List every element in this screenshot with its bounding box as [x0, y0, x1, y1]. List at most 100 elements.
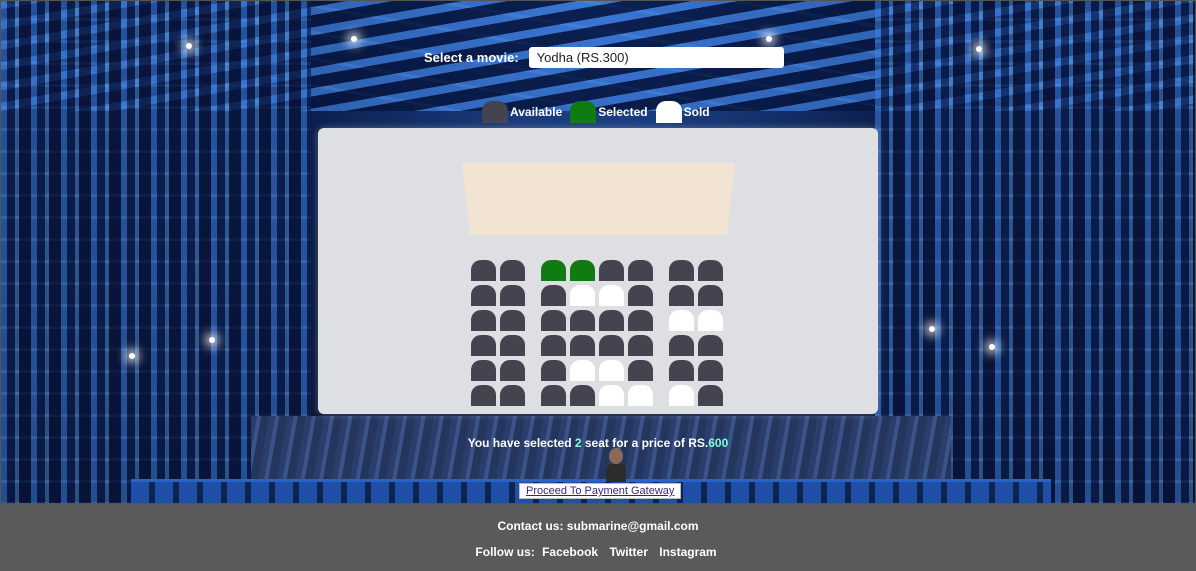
- seat-available[interactable]: [541, 360, 566, 381]
- seat-available[interactable]: [500, 310, 525, 331]
- movie-label: Select a movie:: [424, 50, 519, 65]
- total-price: 600: [708, 436, 729, 450]
- wall-light: [129, 353, 135, 359]
- wall-light: [929, 326, 935, 332]
- seat-available[interactable]: [471, 310, 496, 331]
- legend-sold: Sold: [655, 101, 710, 123]
- seat-available[interactable]: [541, 310, 566, 331]
- seat-available[interactable]: [698, 360, 723, 381]
- seat-available[interactable]: [628, 360, 653, 381]
- seat-available[interactable]: [698, 335, 723, 356]
- aisle-gap: [529, 335, 541, 360]
- ceiling-light: [186, 43, 192, 49]
- seat-sold: [669, 310, 694, 331]
- seat-available[interactable]: [570, 385, 595, 406]
- legend-label: Available: [510, 105, 563, 119]
- ceiling-light: [351, 36, 357, 42]
- seat-available[interactable]: [669, 285, 694, 306]
- aisle-gap: [657, 385, 669, 410]
- legend-available: Available: [482, 101, 562, 123]
- instagram-link[interactable]: Instagram: [659, 545, 716, 559]
- seat-sold: [570, 285, 595, 306]
- seat-available[interactable]: [541, 385, 566, 406]
- seat-available[interactable]: [599, 310, 624, 331]
- seat-available[interactable]: [500, 285, 525, 306]
- wall-light: [989, 344, 995, 350]
- seat-sold: [669, 385, 694, 406]
- seat-available[interactable]: [698, 385, 723, 406]
- footer: Contact us: submarine@gmail.com Follow u…: [0, 504, 1196, 571]
- selection-summary: You have selected 2 seat for a price of …: [0, 436, 1196, 450]
- seat-available[interactable]: [500, 260, 525, 281]
- seat-row: [471, 385, 727, 410]
- seat-available[interactable]: [599, 260, 624, 281]
- seat-available[interactable]: [669, 335, 694, 356]
- wall-light: [209, 337, 215, 343]
- summary-middle: seat for a price of RS.: [581, 436, 709, 450]
- seat-available[interactable]: [628, 285, 653, 306]
- seat-available[interactable]: [698, 260, 723, 281]
- twitter-link[interactable]: Twitter: [609, 545, 647, 559]
- aisle-gap: [657, 360, 669, 385]
- seat-legend: Available Selected Sold: [482, 101, 718, 123]
- viewer-figure: [606, 448, 626, 482]
- seat-available[interactable]: [541, 335, 566, 356]
- legend-label: Selected: [598, 105, 648, 119]
- seat-available[interactable]: [471, 385, 496, 406]
- contact-info: Contact us: submarine@gmail.com: [497, 519, 699, 533]
- seat-available[interactable]: [570, 335, 595, 356]
- seat-row: [471, 285, 727, 310]
- seat-row: [471, 260, 727, 285]
- seat-available[interactable]: [599, 335, 624, 356]
- seat-sold: [570, 360, 595, 381]
- follow-label: Follow us:: [475, 545, 535, 559]
- screen-projection: [462, 163, 735, 235]
- seat-sold: [599, 360, 624, 381]
- movie-selector: Select a movie: Yodha (RS.300): [424, 47, 784, 68]
- seat-available[interactable]: [500, 335, 525, 356]
- seat-available[interactable]: [541, 285, 566, 306]
- aisle-gap: [657, 285, 669, 310]
- aisle-gap: [529, 260, 541, 285]
- aisle-gap: [529, 360, 541, 385]
- movie-select[interactable]: Yodha (RS.300): [528, 47, 784, 68]
- ceiling-light: [976, 46, 982, 52]
- ceiling-light: [766, 36, 772, 42]
- seat-sold: [599, 385, 624, 406]
- seat-available[interactable]: [628, 335, 653, 356]
- seat-selected[interactable]: [570, 260, 595, 281]
- seat-icon: [482, 101, 508, 123]
- seat-available[interactable]: [669, 360, 694, 381]
- seat-available[interactable]: [471, 285, 496, 306]
- seat-row: [471, 335, 727, 360]
- seat-sold: [698, 310, 723, 331]
- seat-available[interactable]: [471, 335, 496, 356]
- social-links: Follow us: Facebook Twitter Instagram: [0, 545, 1196, 559]
- seat-available[interactable]: [628, 310, 653, 331]
- seat-available[interactable]: [628, 260, 653, 281]
- seat-row: [471, 310, 727, 335]
- seat-available[interactable]: [698, 285, 723, 306]
- seat-row: [471, 360, 727, 385]
- seat-available[interactable]: [471, 360, 496, 381]
- aisle-gap: [657, 335, 669, 360]
- aisle-gap: [657, 310, 669, 335]
- facebook-link[interactable]: Facebook: [542, 545, 598, 559]
- seat-available[interactable]: [669, 260, 694, 281]
- proceed-to-payment-button[interactable]: Proceed To Payment Gateway: [519, 483, 682, 499]
- seat-available[interactable]: [500, 360, 525, 381]
- aisle-gap: [529, 385, 541, 410]
- seat-grid: [471, 260, 727, 410]
- selected-count: 2: [574, 436, 582, 450]
- seat-icon: [570, 101, 597, 123]
- seat-available[interactable]: [500, 385, 525, 406]
- seat-available[interactable]: [570, 310, 595, 331]
- legend-selected: Selected: [570, 101, 648, 123]
- legend-label: Sold: [683, 105, 710, 119]
- seat-selected[interactable]: [541, 260, 566, 281]
- seat-sold: [628, 385, 653, 406]
- aisle-gap: [529, 310, 541, 335]
- seat-available[interactable]: [471, 260, 496, 281]
- seat-icon: [655, 101, 682, 123]
- aisle-gap: [529, 285, 541, 310]
